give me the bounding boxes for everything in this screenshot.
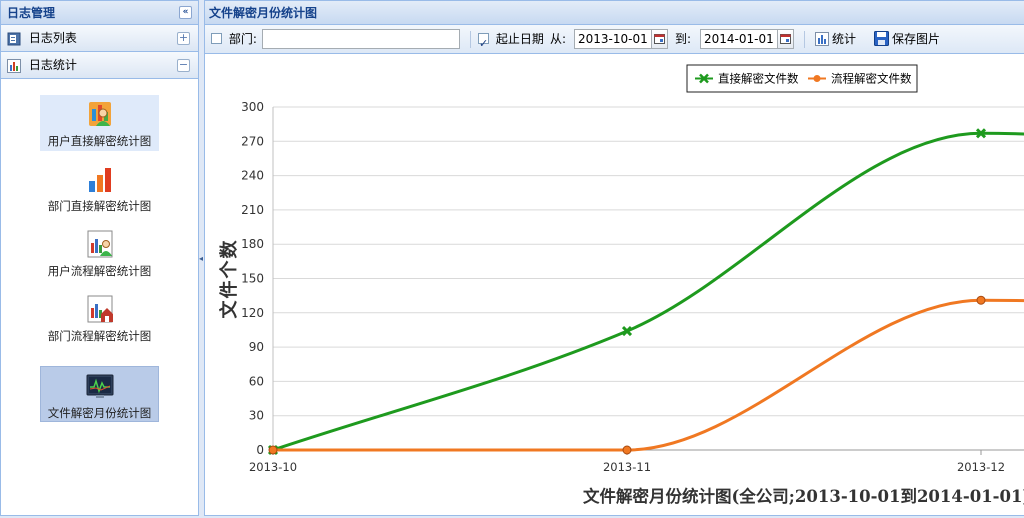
main-panel: 文件解密月份统计图 部门: 起止日期 从: 2013-10-01 到: 2014…	[204, 0, 1024, 516]
nav-user-direct-decrypt-label: 用户直接解密统计图	[47, 134, 152, 148]
accordion-log-list[interactable]: 日志列表 +	[1, 25, 198, 52]
legend-marker-dot	[813, 75, 821, 82]
y-tick-label: 270	[241, 134, 264, 148]
nav-user-flow-decrypt-label: 用户流程解密统计图	[47, 264, 152, 278]
data-point-flow	[976, 295, 986, 305]
nav-dept-direct-decrypt-chart[interactable]: 部门直接解密统计图	[40, 160, 159, 216]
left-panel: 日志管理 « 日志列表 + 日志统计 − 用户直接解密统计图 部门直接解密统计图…	[0, 0, 199, 516]
expand-icon[interactable]: +	[177, 32, 190, 45]
nav-dept-flow-decrypt-label: 部门流程解密统计图	[47, 329, 152, 343]
legend-label: 直接解密文件数	[718, 72, 799, 86]
main-title: 文件解密月份统计图	[209, 6, 318, 20]
nav-dept-direct-decrypt-label: 部门直接解密统计图	[47, 199, 152, 213]
chart-area: 0 30 60 90 120 150 180 210 240 270 300 2013-10 2013-…	[205, 30, 1024, 515]
nav-file-decrypt-monthly-chart[interactable]: 文件解密月份统计图	[40, 366, 159, 422]
y-tick-label: 60	[249, 374, 264, 388]
y-axis-title: 文件个数	[218, 239, 240, 319]
dept-bar-chart-icon	[85, 164, 115, 194]
sidebar-title: 日志管理	[7, 6, 56, 20]
accordion-log-stats-label: 日志统计	[28, 58, 77, 72]
main-header: 文件解密月份统计图	[205, 1, 1024, 25]
nav-user-direct-decrypt-chart[interactable]: 用户直接解密统计图	[40, 95, 159, 151]
y-tick-label: 120	[241, 306, 264, 320]
y-tick-label: 0	[256, 443, 264, 457]
collapse-sidebar-button[interactable]: «	[179, 6, 192, 19]
y-tick-label: 300	[241, 100, 264, 114]
x-tick-label: 2013-10	[249, 460, 297, 474]
sidebar-header: 日志管理 «	[1, 1, 198, 25]
line-chart: 0 30 60 90 120 150 180 210 240 270 300 2013-10 2013-…	[218, 64, 1024, 506]
collapse-icon[interactable]: −	[177, 59, 190, 72]
dept-flow-chart-icon	[85, 294, 115, 324]
double-chevron-left-icon: «	[182, 7, 189, 17]
nav-dept-flow-decrypt-chart[interactable]: 部门流程解密统计图	[40, 290, 159, 346]
y-tick-label: 150	[241, 272, 264, 286]
log-list-icon	[7, 32, 21, 46]
chart-caption: 文件解密月份统计图(全公司;2013-10-01到2014-01-01)	[583, 486, 1024, 506]
y-tick-label: 90	[249, 340, 264, 354]
series-line-direct	[272, 131, 1024, 452]
accordion-log-stats[interactable]: 日志统计 −	[1, 52, 198, 79]
data-point-flow	[622, 445, 632, 455]
y-tick-label: 210	[241, 203, 264, 217]
x-tick-label: 2013-11	[603, 460, 651, 474]
accordion-log-list-label: 日志列表	[28, 31, 77, 45]
nav-file-decrypt-monthly-label: 文件解密月份统计图	[47, 406, 152, 420]
nav-user-flow-decrypt-chart[interactable]: 用户流程解密统计图	[40, 225, 159, 281]
y-tick-label: 240	[241, 169, 264, 183]
y-tick-label: 30	[249, 409, 264, 423]
legend-label: 流程解密文件数	[831, 72, 912, 86]
bar-chart-icon	[7, 58, 21, 73]
user-flow-chart-icon	[85, 229, 115, 259]
user-chart-icon	[85, 99, 115, 129]
x-tick-label: 2013-12	[957, 460, 1005, 474]
y-tick-label: 180	[241, 237, 264, 251]
data-point-flow	[268, 445, 278, 455]
monitor-chart-icon	[85, 371, 115, 401]
